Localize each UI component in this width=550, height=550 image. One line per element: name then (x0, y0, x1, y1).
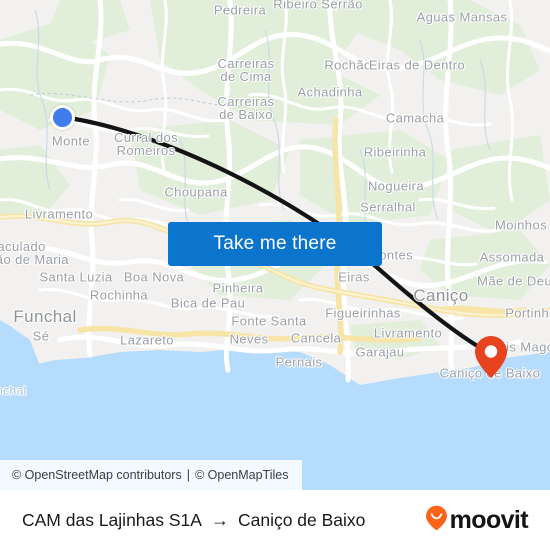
arrow-right-icon: → (210, 509, 229, 530)
trip-summary: CAM das Lajinhas S1A → Caniço de Baixo (22, 510, 365, 531)
map-attribution-bar: © OpenStreetMap contributors | © OpenMap… (0, 460, 302, 490)
moovit-pin-icon (425, 505, 448, 536)
moovit-wordmark: moovit (449, 505, 529, 534)
openmaptiles-attribution-link[interactable]: © OpenMapTiles (195, 468, 289, 482)
osm-attribution-link[interactable]: © OpenStreetMap contributors (12, 468, 182, 482)
take-me-there-button[interactable]: Take me there (168, 222, 382, 266)
moovit-logo[interactable]: moovit (425, 505, 529, 536)
destination-pin-icon[interactable] (474, 335, 508, 379)
map-canvas[interactable]: Pedreira Ribeiro Serrão Aguas Mansas Carrei… (0, 0, 550, 490)
trip-footer: CAM das Lajinhas S1A → Caniço de Baixo m… (0, 490, 550, 550)
attribution-separator: | (186, 468, 190, 482)
moovit-trip-map-screen: Pedreira Ribeiro Serrão Aguas Mansas Carrei… (0, 0, 550, 550)
origin-dot-icon[interactable] (50, 105, 75, 130)
trip-origin-label: CAM das Lajinhas S1A (22, 509, 202, 530)
trip-destination-label: Caniço de Baixo (237, 509, 366, 530)
